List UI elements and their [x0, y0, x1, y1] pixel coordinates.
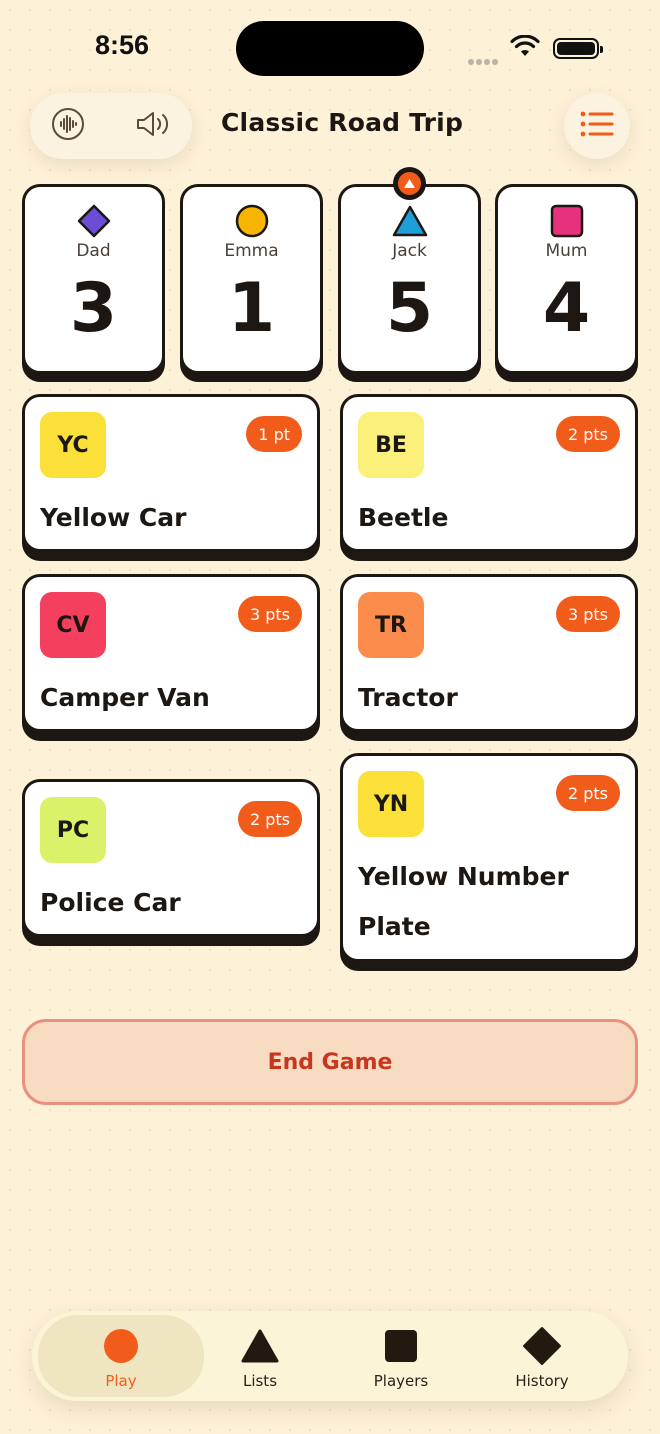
audio-controls [30, 93, 192, 159]
diamond-icon [459, 1327, 625, 1365]
points-badge: 2 pts [555, 416, 620, 452]
tab-label: History [515, 1372, 569, 1390]
player-card-dad[interactable]: Dad 3 [22, 184, 165, 374]
points-badge: 3 pts [237, 596, 302, 632]
menu-button[interactable] [564, 93, 630, 159]
item-card-yellow-number-plate[interactable]: YN 2 pts Yellow Number Plate [340, 753, 638, 962]
player-score: 1 [227, 269, 276, 348]
voice-button[interactable] [49, 107, 87, 145]
player-score: 5 [385, 269, 434, 348]
status-time: 8:56 [95, 30, 150, 60]
item-abbr-badge: TR [358, 592, 424, 658]
list-icon [580, 111, 614, 141]
item-card-police-car[interactable]: PC 2 pts Police Car [22, 779, 320, 937]
triangle-icon [341, 204, 478, 238]
square-icon [498, 204, 635, 238]
wifi-icon [510, 34, 540, 63]
battery-icon [553, 38, 603, 59]
item-abbr-badge: PC [40, 797, 106, 863]
tab-history[interactable]: History [459, 1315, 625, 1397]
current-turn-indicator [393, 167, 426, 200]
speaker-icon [135, 109, 173, 143]
dynamic-island [236, 21, 424, 76]
circle-icon [183, 204, 320, 238]
item-abbr-badge: YN [358, 771, 424, 837]
points-badge: 2 pts [555, 775, 620, 811]
player-name: Emma [224, 241, 279, 261]
item-abbr-badge: CV [40, 592, 106, 658]
item-name: Beetle [358, 503, 449, 532]
item-abbr-badge: YC [40, 412, 106, 478]
waveform-icon [51, 107, 85, 145]
diamond-icon [25, 204, 162, 238]
tab-bar: Play Lists Players History [32, 1311, 628, 1401]
item-abbr-badge: BE [358, 412, 424, 478]
page-title: Classic Road Trip [221, 108, 464, 137]
item-card-tractor[interactable]: TR 3 pts Tractor [340, 574, 638, 732]
points-badge: 3 pts [555, 596, 620, 632]
item-name: Yellow Number Plate [358, 862, 569, 941]
cellular-signal-icon [468, 50, 500, 69]
player-name: Jack [392, 241, 427, 261]
player-name: Dad [76, 241, 111, 261]
end-game-button[interactable]: End Game [22, 1019, 638, 1105]
player-card-emma[interactable]: Emma 1 [180, 184, 323, 374]
item-name: Camper Van [40, 683, 210, 712]
player-card-mum[interactable]: Mum 4 [495, 184, 638, 374]
item-card-camper-van[interactable]: CV 3 pts Camper Van [22, 574, 320, 732]
player-score: 3 [69, 269, 118, 348]
player-name: Mum [545, 241, 588, 261]
points-badge: 1 pt [246, 416, 302, 452]
player-score: 4 [542, 269, 591, 348]
item-card-yellow-car[interactable]: YC 1 pt Yellow Car [22, 394, 320, 552]
item-name: Yellow Car [40, 503, 187, 532]
points-badge: 2 pts [237, 801, 302, 837]
player-card-jack[interactable]: Jack 5 [338, 184, 481, 374]
item-name: Tractor [358, 683, 458, 712]
item-card-beetle[interactable]: BE 2 pts Beetle [340, 394, 638, 552]
sound-button[interactable] [135, 107, 173, 145]
item-name: Police Car [40, 888, 181, 917]
